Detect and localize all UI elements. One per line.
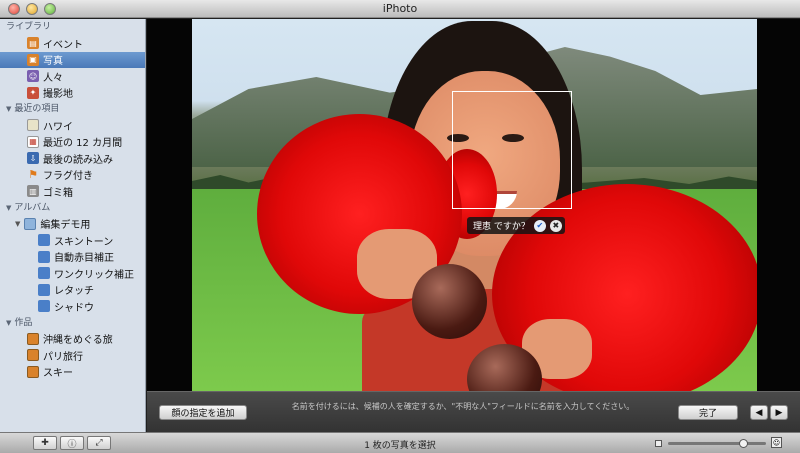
sidebar-item-last-import[interactable]: ⇩ 最後の読み込み xyxy=(0,150,145,167)
project-icon xyxy=(27,349,39,362)
sidebar-item-label: 沖縄をめぐる旅 xyxy=(43,335,113,347)
photos-icon: ▣ xyxy=(27,53,39,66)
photo[interactable]: 理恵 ですか？ ✔ ✖ xyxy=(192,19,757,391)
event-thumb-icon xyxy=(27,119,39,132)
sidebar-item-ski[interactable]: スキー xyxy=(0,364,145,381)
sidebar-item-label: パリ旅行 xyxy=(43,351,83,363)
disclosure-triangle-icon[interactable]: ▼ xyxy=(6,101,11,117)
import-icon: ⇩ xyxy=(27,152,39,165)
sidebar-item-label: 編集デモ用 xyxy=(40,220,91,232)
sidebar-item-last-12-months[interactable]: ▦ 最近の 12 カ月間 xyxy=(0,134,145,151)
sidebar-item-label: ワンクリック補正 xyxy=(54,269,134,281)
zoom-slider-knob[interactable] xyxy=(739,439,749,448)
disclosure-triangle-icon[interactable]: ▼ xyxy=(6,315,11,331)
section-library[interactable]: ライブラリ xyxy=(0,19,145,35)
sidebar-item-okinawa[interactable]: 沖縄をめぐる旅 xyxy=(0,331,145,348)
album-icon xyxy=(38,234,50,247)
disclosure-triangle-icon[interactable]: ▼ xyxy=(6,200,11,216)
fullscreen-icon[interactable]: ⤢ xyxy=(87,436,111,450)
flag-icon: ⚑ xyxy=(28,168,38,182)
sidebar-item-trash[interactable]: ▥ ゴミ箱 xyxy=(0,183,145,200)
sidebar-item-label: ハワイ xyxy=(43,121,73,133)
sidebar-item-faces[interactable]: ☺ 人々 xyxy=(0,68,145,85)
sidebar-item-label: フラグ付き xyxy=(43,171,93,183)
trash-icon: ▥ xyxy=(27,185,39,198)
album-icon xyxy=(38,283,50,296)
sidebar-item-label: イベント xyxy=(43,39,83,51)
selection-status: 1 枚の写真を選択 xyxy=(364,441,436,451)
section-recent-label: 最近の項目 xyxy=(14,104,60,114)
sidebar-item-places[interactable]: ✦ 撮影地 xyxy=(0,85,145,102)
sidebar-folder-edit-demo[interactable]: ▼ 編集デモ用 xyxy=(0,216,145,233)
naming-hint-text: 名前を付けるには、候補の人を確定するか、"不明な人"フィールドに名前を入力してく… xyxy=(291,402,635,411)
iphoto-window: iPhoto ライブラリ ▤ イベント ▣ 写真 ☺ 人々 ✦ 撮影地 ▼ 最近の… xyxy=(0,0,800,453)
sidebar-item-paris[interactable]: パリ旅行 xyxy=(0,347,145,364)
zoom-in-icon[interactable]: ☺ xyxy=(771,437,782,448)
sidebar-item-label: 人々 xyxy=(43,72,63,84)
faces-info-bar: 顔の指定を追加 名前を付けるには、候補の人を確定するか、"不明な人"フィールドに… xyxy=(147,391,800,432)
section-projects-label: 作品 xyxy=(14,317,33,328)
previous-photo-arrow-icon[interactable]: ◀ xyxy=(750,405,768,420)
sidebar-item-label: スキントーン xyxy=(54,236,114,248)
sidebar-item-retouch[interactable]: レタッチ xyxy=(0,282,145,299)
sidebar-item-flagged[interactable]: ⚑ フラグ付き xyxy=(0,167,145,184)
face-detection-box[interactable] xyxy=(452,91,572,209)
sidebar-item-label: ゴミ箱 xyxy=(43,187,73,199)
confirm-check-icon[interactable]: ✔ xyxy=(533,219,546,232)
sidebar-item-label: スキー xyxy=(43,368,73,380)
album-icon xyxy=(38,267,50,280)
info-icon[interactable]: ⓘ xyxy=(60,436,84,450)
sidebar-item-label: シャドウ xyxy=(54,302,94,314)
section-albums-label: アルバム xyxy=(14,202,51,213)
sidebar-item-red-eye[interactable]: 自動赤目補正 xyxy=(0,249,145,266)
sidebar-item-one-click[interactable]: ワンクリック補正 xyxy=(0,265,145,282)
add-plus-icon[interactable]: ✚ xyxy=(33,436,57,450)
face-name-prompt: 理恵 ですか？ xyxy=(473,222,530,232)
title-bar: iPhoto xyxy=(0,0,800,18)
album-icon xyxy=(38,250,50,263)
sidebar-item-hawaii[interactable]: ハワイ xyxy=(0,117,145,134)
project-icon xyxy=(27,332,39,345)
reject-x-icon[interactable]: ✖ xyxy=(549,219,562,232)
folder-icon xyxy=(24,217,37,230)
photo-viewer: 理恵 ですか？ ✔ ✖ xyxy=(147,19,800,391)
sidebar-item-label: 撮影地 xyxy=(43,89,73,101)
source-list-sidebar: ライブラリ ▤ イベント ▣ 写真 ☺ 人々 ✦ 撮影地 ▼ 最近の項目 ハワイ … xyxy=(0,19,146,432)
window-title: iPhoto xyxy=(382,2,418,15)
sidebar-item-shadow[interactable]: シャドウ xyxy=(0,298,145,315)
sidebar-item-label: レタッチ xyxy=(54,286,94,298)
events-icon: ▤ xyxy=(27,37,39,50)
section-library-label: ライブラリ xyxy=(6,22,52,32)
places-icon: ✦ xyxy=(27,86,39,99)
done-button[interactable]: 完了 xyxy=(678,405,738,420)
sidebar-item-photos[interactable]: ▣ 写真 xyxy=(0,51,145,68)
sidebar-item-skin-tone[interactable]: スキントーン xyxy=(0,232,145,249)
zoom-out-icon[interactable] xyxy=(655,440,662,447)
section-recent[interactable]: ▼ 最近の項目 xyxy=(0,101,145,117)
bottom-toolbar: ✚ ⓘ ⤢ 1 枚の写真を選択 ☺ xyxy=(0,432,800,453)
disclosure-triangle-icon[interactable]: ▼ xyxy=(15,220,20,228)
add-missing-face-button[interactable]: 顔の指定を追加 xyxy=(159,405,247,420)
section-albums[interactable]: ▼ アルバム xyxy=(0,200,145,216)
photo-coconut xyxy=(412,264,487,339)
sidebar-item-label: 最近の 12 カ月間 xyxy=(43,138,123,150)
project-icon xyxy=(27,365,39,378)
next-photo-arrow-icon[interactable]: ▶ xyxy=(770,405,788,420)
sidebar-item-label: 最後の読み込み xyxy=(43,154,113,166)
sidebar-item-label: 自動赤目補正 xyxy=(54,253,114,265)
section-projects[interactable]: ▼ 作品 xyxy=(0,315,145,331)
zoom-slider[interactable] xyxy=(668,439,766,448)
calendar-icon: ▦ xyxy=(27,135,39,148)
sidebar-item-events[interactable]: ▤ イベント xyxy=(0,35,145,52)
album-icon xyxy=(38,300,50,313)
face-name-tag[interactable]: 理恵 ですか？ ✔ ✖ xyxy=(467,217,565,234)
faces-icon: ☺ xyxy=(27,70,39,83)
sidebar-item-label: 写真 xyxy=(43,56,63,68)
